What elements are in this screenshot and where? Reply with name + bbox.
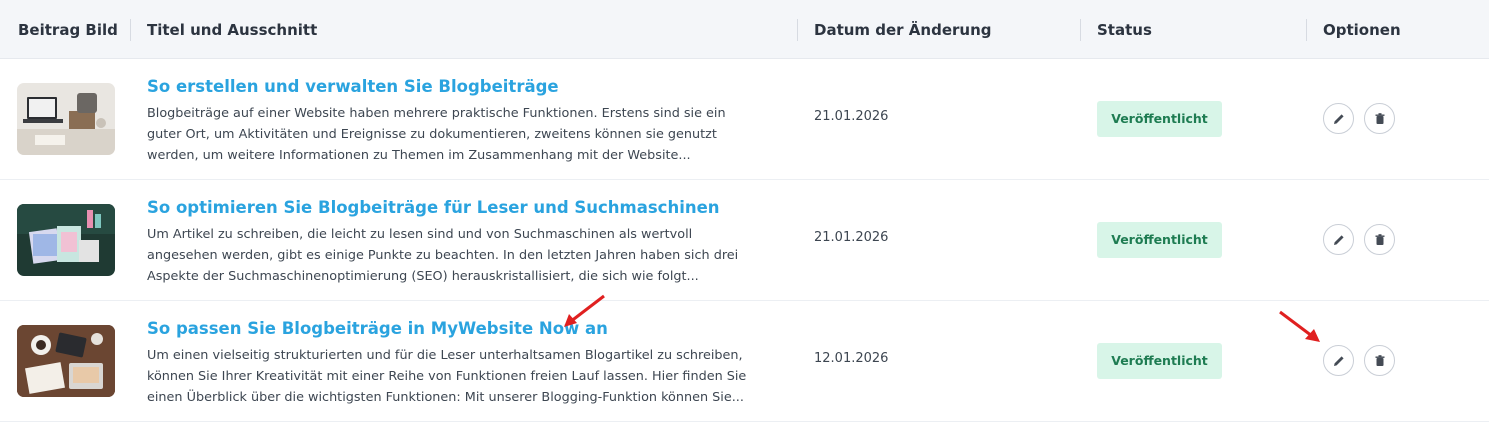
delete-button[interactable] bbox=[1364, 224, 1395, 255]
trash-icon bbox=[1375, 112, 1384, 124]
table-row: So passen Sie Blogbeiträge in MyWebsite … bbox=[0, 301, 1489, 422]
status-badge: Veröffentlicht bbox=[1097, 101, 1222, 137]
blog-posts-table: Beitrag Bild Titel und Ausschnitt Datum … bbox=[0, 0, 1489, 422]
header-divider bbox=[1306, 19, 1307, 41]
edit-button[interactable] bbox=[1323, 224, 1354, 255]
pencil-icon bbox=[1333, 234, 1344, 245]
header-divider bbox=[1080, 19, 1081, 41]
header-divider bbox=[130, 19, 131, 41]
table-row: So optimieren Sie Blogbeiträge für Leser… bbox=[0, 180, 1489, 301]
excerpt-line: Um einen vielseitig strukturierten und f… bbox=[147, 348, 743, 363]
table-row: So erstellen und verwalten Sie Blogbeitr… bbox=[0, 59, 1489, 180]
excerpt-line: angesehen werden, gibt es einige Punkte … bbox=[147, 248, 739, 263]
trash-icon bbox=[1375, 354, 1384, 366]
post-title-link[interactable]: So passen Sie Blogbeiträge in MyWebsite … bbox=[147, 319, 608, 338]
excerpt-line: guter Ort, um Aktivitäten und Ereignisse… bbox=[147, 127, 717, 142]
header-title: Titel und Ausschnitt bbox=[147, 21, 318, 39]
header-status: Status bbox=[1097, 21, 1152, 39]
modified-date: 21.01.2026 bbox=[814, 230, 889, 245]
post-excerpt: Blogbeiträge auf einer Website haben meh… bbox=[147, 103, 787, 166]
header-options: Optionen bbox=[1323, 21, 1401, 39]
post-title-link[interactable]: So optimieren Sie Blogbeiträge für Leser… bbox=[147, 198, 720, 217]
excerpt-line: Blogbeiträge auf einer Website haben meh… bbox=[147, 106, 726, 121]
pencil-icon bbox=[1333, 355, 1344, 366]
excerpt-line: können Sie Ihrer Kreativität mit einer R… bbox=[147, 369, 747, 384]
excerpt-line: einen Überblick über die wichtigsten Fun… bbox=[147, 390, 744, 405]
status-badge: Veröffentlicht bbox=[1097, 222, 1222, 258]
excerpt-line: Aspekte der Suchmaschinenoptimierung (SE… bbox=[147, 269, 699, 284]
header-date: Datum der Änderung bbox=[814, 21, 992, 39]
excerpt-line: Um Artikel zu schreiben, die leicht zu l… bbox=[147, 227, 693, 242]
status-badge: Veröffentlicht bbox=[1097, 343, 1222, 379]
post-thumbnail bbox=[17, 325, 115, 397]
modified-date: 12.01.2026 bbox=[814, 351, 889, 366]
trash-icon bbox=[1375, 233, 1384, 245]
modified-date: 21.01.2026 bbox=[814, 109, 889, 124]
header-divider bbox=[797, 19, 798, 41]
excerpt-line: werden, um weitere Informationen zu Them… bbox=[147, 148, 691, 163]
delete-button[interactable] bbox=[1364, 345, 1395, 376]
table-header: Beitrag Bild Titel und Ausschnitt Datum … bbox=[0, 0, 1489, 59]
header-image: Beitrag Bild bbox=[18, 21, 118, 39]
edit-button[interactable] bbox=[1323, 103, 1354, 134]
pencil-icon bbox=[1333, 113, 1344, 124]
post-title-link[interactable]: So erstellen und verwalten Sie Blogbeitr… bbox=[147, 77, 559, 96]
edit-button[interactable] bbox=[1323, 345, 1354, 376]
post-excerpt: Um einen vielseitig strukturierten und f… bbox=[147, 345, 787, 408]
post-excerpt: Um Artikel zu schreiben, die leicht zu l… bbox=[147, 224, 787, 287]
post-thumbnail bbox=[17, 83, 115, 155]
delete-button[interactable] bbox=[1364, 103, 1395, 134]
post-thumbnail bbox=[17, 204, 115, 276]
